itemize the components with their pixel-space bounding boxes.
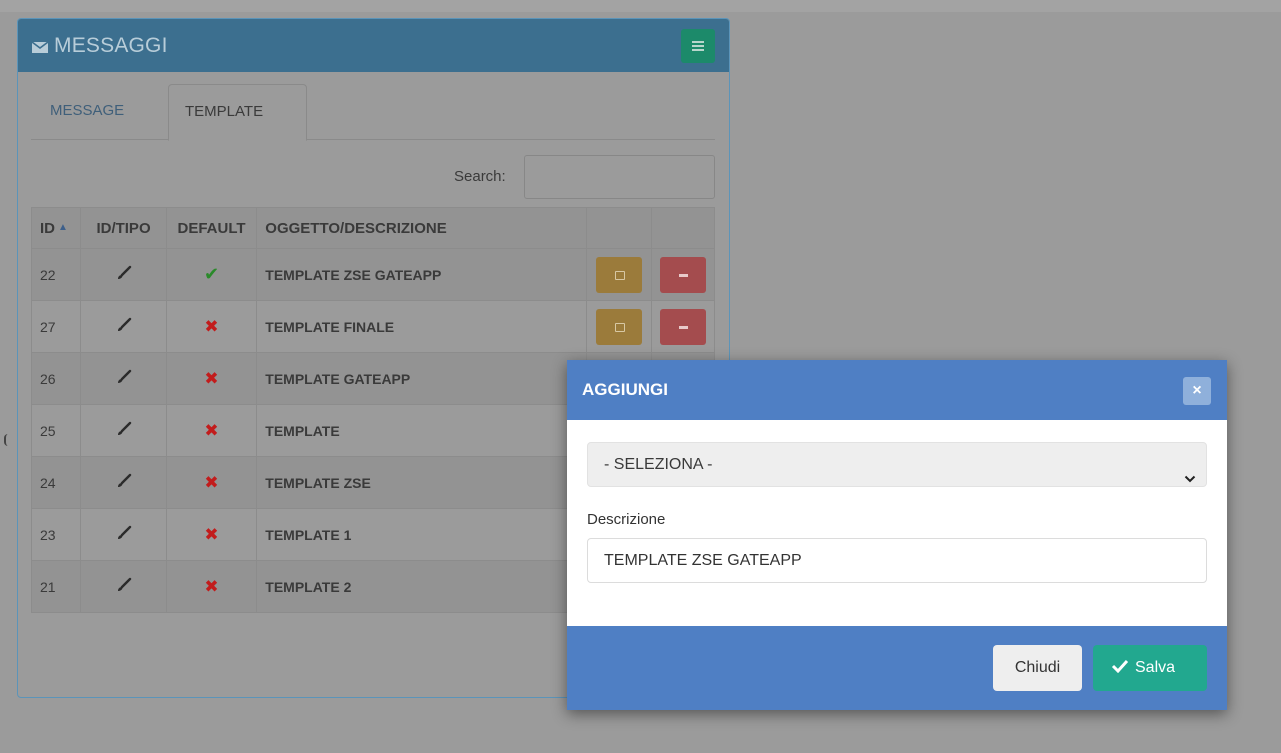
description-label: Descrizione — [587, 511, 666, 528]
tab-bar: MESSAGE TEMPLATE — [31, 84, 715, 141]
check-icon: ✔ — [203, 264, 220, 284]
add-template-modal: AGGIUNGI × - SELEZIONA - Descrizione TEM… — [567, 360, 1227, 710]
description-cell: TEMPLATE ZSE — [256, 456, 588, 509]
cross-icon: ✖ — [204, 472, 219, 492]
chevron-down-icon — [1184, 459, 1196, 483]
default-cell: ✖ — [165, 508, 258, 561]
brush-icon — [116, 265, 132, 281]
description-cell: TEMPLATE GATEAPP — [256, 352, 588, 405]
description-cell: TEMPLATE FINALE — [256, 300, 588, 353]
table-header-row: ID ▲ ID/TIPO DEFAULT OGGETTO/DESCRIZIONE — [30, 207, 716, 249]
description-cell: TEMPLATE ZSE GATEAPP — [256, 248, 588, 301]
tipo-cell — [80, 248, 167, 301]
modal-title: AGGIUNGI — [582, 380, 668, 399]
default-cell: ✖ — [165, 352, 258, 405]
cross-icon: ✖ — [204, 316, 219, 336]
delete-button[interactable] — [659, 256, 706, 293]
tipo-cell — [80, 352, 167, 405]
description-cell: TEMPLATE 2 — [256, 560, 588, 613]
search-label: Search: — [454, 168, 506, 185]
column-header-tipo[interactable]: ID/TIPO — [80, 207, 167, 249]
brush-icon — [116, 317, 132, 333]
edit-button[interactable] — [595, 308, 642, 345]
tipo-cell — [80, 508, 167, 561]
tab-message[interactable]: MESSAGE — [34, 84, 140, 140]
column-header-delete — [650, 207, 716, 249]
delete-cell — [650, 248, 716, 301]
tipo-cell — [80, 404, 167, 457]
brush-icon — [116, 525, 132, 541]
edit-button[interactable] — [595, 256, 642, 293]
column-header-default[interactable]: DEFAULT — [165, 207, 258, 249]
cross-icon: ✖ — [204, 420, 219, 440]
default-cell: ✔ — [165, 248, 258, 301]
brush-icon — [116, 577, 132, 593]
checkmark-icon — [1111, 646, 1129, 674]
default-cell: ✖ — [165, 300, 258, 353]
delete-button[interactable] — [659, 308, 706, 345]
cross-icon: ✖ — [204, 368, 219, 388]
search-input[interactable] — [524, 155, 715, 199]
description-input[interactable]: TEMPLATE ZSE GATEAPP — [587, 538, 1207, 583]
id-cell: 22 — [30, 248, 82, 301]
column-header-edit — [586, 207, 652, 249]
type-select[interactable]: - SELEZIONA - — [587, 442, 1207, 487]
tipo-cell — [80, 456, 167, 509]
modal-body: - SELEZIONA - Descrizione TEMPLATE ZSE G… — [567, 420, 1227, 626]
description-cell: TEMPLATE — [256, 404, 588, 457]
cancel-button[interactable]: Chiudi — [993, 645, 1082, 691]
scroll-edge — [4, 434, 8, 446]
edit-cell — [586, 248, 652, 301]
default-cell: ✖ — [165, 456, 258, 509]
table-row: 22 ✔ TEMPLATE ZSE GATEAPP — [30, 248, 716, 301]
save-label: Salva — [1135, 659, 1176, 676]
save-button[interactable]: Salva — [1093, 645, 1207, 691]
sort-ascending-icon: ▲ — [58, 221, 68, 233]
id-cell: 26 — [30, 352, 82, 405]
id-cell: 23 — [30, 508, 82, 561]
modal-footer: Chiudi Salva — [567, 626, 1227, 710]
top-strip — [0, 0, 1281, 12]
cross-icon: ✖ — [204, 576, 219, 596]
type-select-value: - SELEZIONA - — [604, 456, 713, 473]
close-icon[interactable]: × — [1183, 377, 1211, 405]
cross-icon: ✖ — [204, 524, 219, 544]
id-cell: 25 — [30, 404, 82, 457]
table-row: 27 ✖ TEMPLATE FINALE — [30, 300, 716, 353]
tipo-cell — [80, 560, 167, 613]
id-cell: 21 — [30, 560, 82, 613]
brush-icon — [116, 369, 132, 385]
id-cell: 24 — [30, 456, 82, 509]
default-cell: ✖ — [165, 404, 258, 457]
id-cell: 27 — [30, 300, 82, 353]
default-cell: ✖ — [165, 560, 258, 613]
description-cell: TEMPLATE 1 — [256, 508, 588, 561]
edit-cell — [586, 300, 652, 353]
column-header-id[interactable]: ID ▲ — [30, 207, 82, 249]
tipo-cell — [80, 300, 167, 353]
brush-icon — [116, 421, 132, 437]
brush-icon — [116, 473, 132, 489]
delete-cell — [650, 300, 716, 353]
column-header-description[interactable]: OGGETTO/DESCRIZIONE — [256, 207, 588, 249]
tab-template[interactable]: TEMPLATE — [168, 84, 307, 141]
modal-header: AGGIUNGI × — [567, 360, 1227, 420]
